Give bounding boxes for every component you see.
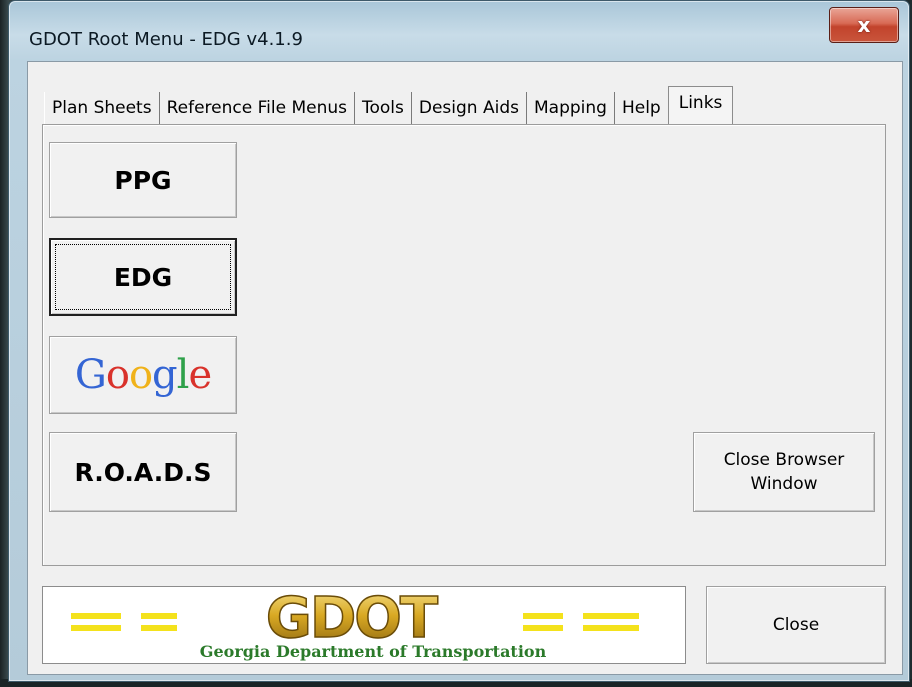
- title-bar[interactable]: GDOT Root Menu - EDG v4.1.9 x: [9, 1, 909, 61]
- close-browser-label-line2: Window: [750, 474, 818, 494]
- roads-button[interactable]: R.O.A.D.S: [49, 432, 237, 512]
- edg-button[interactable]: EDG: [49, 238, 237, 316]
- client-area: Plan Sheets Reference File Menus Tools D…: [27, 61, 903, 675]
- google-letter: e: [188, 352, 212, 398]
- links-tab-panel: PPG EDG Google R.O.A.D.S Close Browser W…: [42, 124, 886, 566]
- ppg-button-label: PPG: [114, 165, 172, 195]
- tab-reference-file-menus[interactable]: Reference File Menus: [160, 92, 355, 124]
- tab-strip: Plan Sheets Reference File Menus Tools D…: [44, 86, 734, 124]
- close-browser-label-line1: Close Browser: [723, 450, 845, 470]
- google-letter: G: [74, 352, 107, 398]
- tab-links[interactable]: Links: [667, 86, 734, 124]
- gdot-logo: GDOT Georgia Department of Transportatio…: [71, 585, 639, 661]
- google-logo: Google: [74, 352, 212, 398]
- google-letter: o: [128, 352, 153, 398]
- tab-tools[interactable]: Tools: [355, 92, 412, 124]
- close-button-label: Close: [772, 615, 820, 635]
- tab-help[interactable]: Help: [615, 92, 668, 124]
- tab-plan-sheets[interactable]: Plan Sheets: [44, 92, 160, 124]
- tab-design-aids[interactable]: Design Aids: [412, 92, 527, 124]
- roads-button-label: R.O.A.D.S: [74, 457, 212, 487]
- ppg-button[interactable]: PPG: [49, 142, 237, 218]
- window-frame: GDOT Root Menu - EDG v4.1.9 x Plan Sheet…: [8, 0, 910, 682]
- gdot-logo-panel: GDOT Georgia Department of Transportatio…: [42, 585, 686, 664]
- close-browser-window-button[interactable]: Close Browser Window: [693, 432, 875, 512]
- close-icon: x: [857, 13, 871, 37]
- window-title: GDOT Root Menu - EDG v4.1.9: [29, 29, 303, 50]
- gdot-subtitle: Georgia Department of Transportation: [200, 642, 547, 661]
- google-letter: o: [105, 352, 130, 398]
- window-close-button[interactable]: x: [829, 7, 899, 43]
- edg-button-label: EDG: [113, 262, 173, 292]
- google-button[interactable]: Google: [49, 336, 237, 414]
- tab-mapping[interactable]: Mapping: [527, 92, 615, 124]
- google-letter: l: [176, 352, 190, 398]
- close-button[interactable]: Close: [706, 586, 886, 664]
- google-letter: g: [152, 352, 178, 398]
